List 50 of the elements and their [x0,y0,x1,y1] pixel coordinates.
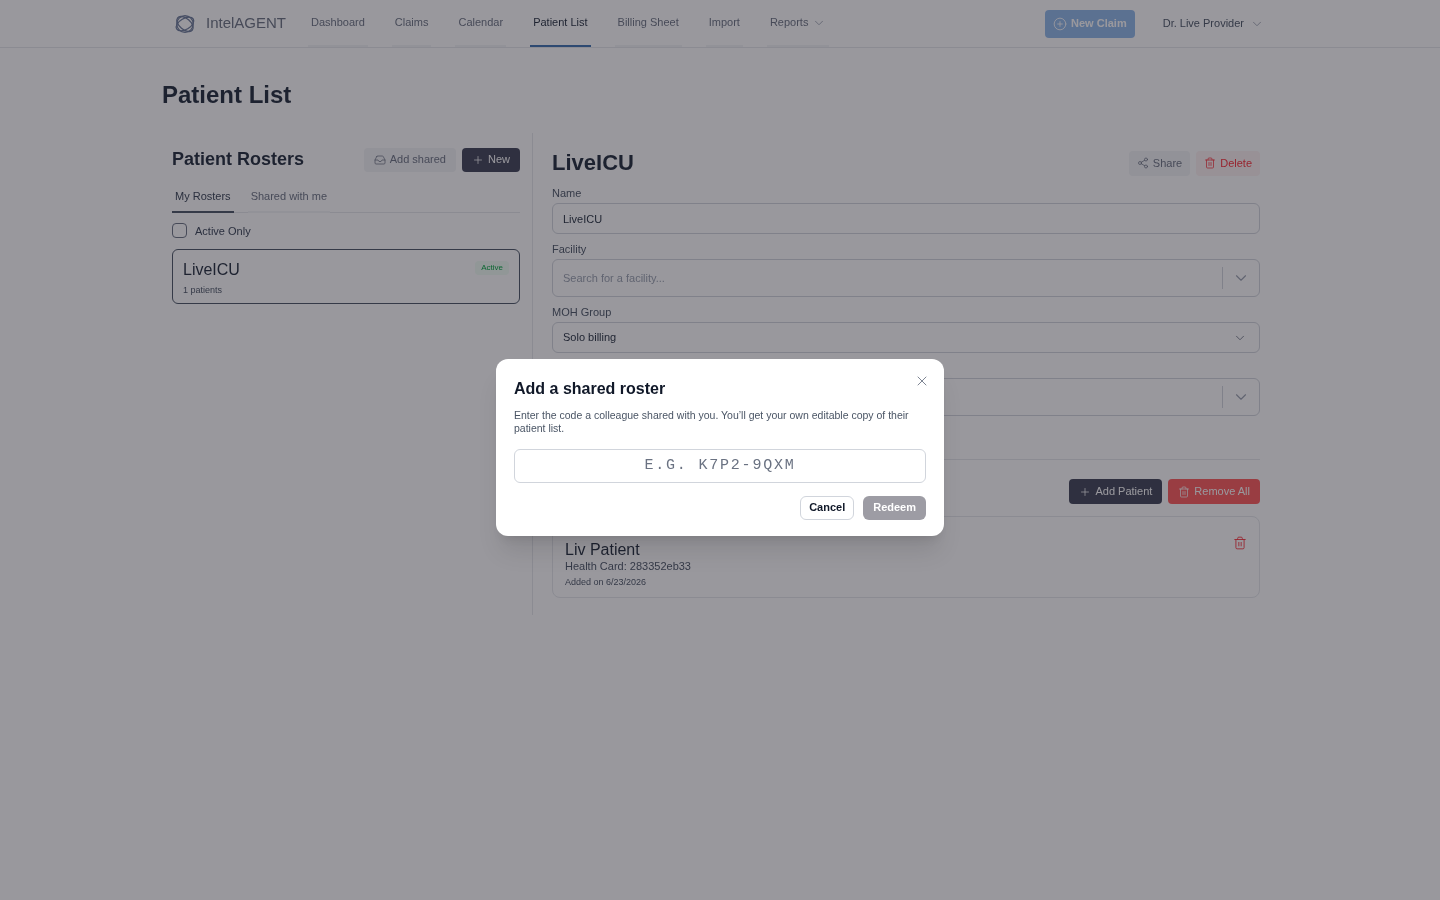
add-patient-button[interactable]: Add Patient [1069,479,1163,504]
new-roster-button[interactable]: New [462,147,520,172]
tab[interactable]: Shared with me [247,188,331,213]
dialog-title: Add a shared roster [514,378,667,399]
plus-circle-icon [1053,16,1068,31]
roster-card[interactable]: LiveICU 1 patients Active [172,249,520,304]
field-label: MOH Group [552,305,613,319]
cancel-button[interactable]: Cancel [800,495,855,520]
nav-link[interactable]: Patient List [530,0,591,47]
share-icon [1136,157,1149,169]
nav-link[interactable]: Import [705,0,743,47]
logo-icon [174,12,196,35]
plus-icon [1079,485,1092,498]
add-shared-button[interactable]: Add shared [363,147,456,172]
checkbox-label: Active Only [195,223,251,239]
nav-link[interactable]: Calendar [455,0,507,47]
nav-dropdown[interactable]: Reports [766,0,830,47]
brand-name: IntelAGENT [206,13,287,34]
redeem-button: Redeem [863,495,926,520]
nav-link[interactable]: Claims [391,0,432,47]
remove-all-button[interactable]: Remove All [1168,479,1260,504]
patient-count: 1 patients [183,284,224,296]
plus-icon [472,153,484,166]
field-label: Facility [552,242,588,256]
page-title: Patient List [162,80,293,110]
code-input[interactable]: E.G. K7P2-9QXM [514,448,926,483]
status-badge: Active [475,261,509,275]
new-claim-button[interactable]: New Claim [1045,9,1135,38]
nav-link[interactable]: Billing Sheet [614,0,682,47]
delete-button[interactable]: Delete [1196,150,1260,176]
roster-name: LiveICU [183,260,240,280]
text-input[interactable]: LiveICU [552,203,1260,234]
share-button[interactable]: Share [1128,150,1191,176]
patient-name: Liv Patient [565,542,641,558]
section-title: Patient Rosters [172,148,305,171]
tab[interactable]: My Rosters [172,188,234,213]
select-field[interactable]: Solo billing [552,322,1260,353]
nav-link[interactable]: Dashboard [308,0,368,47]
roster-title: LiveICU [552,150,634,176]
field-label: Name [552,186,583,200]
remove-patient-button[interactable] [1233,536,1247,550]
dialog-description: Enter the code a colleague shared with you. You’ll get your own editable copy of their patient list. [514,408,910,435]
health-card-number: Health Card: 283352eb33 [565,559,691,573]
trash-icon [1204,157,1217,169]
inbox-icon [373,153,386,166]
trash-icon [1178,485,1191,498]
user-menu[interactable]: Dr. Live Provider [1162,15,1264,32]
checkbox[interactable] [172,223,187,239]
added-date: Added on 6/23/2026 [565,576,648,588]
trash-icon [1233,536,1247,550]
